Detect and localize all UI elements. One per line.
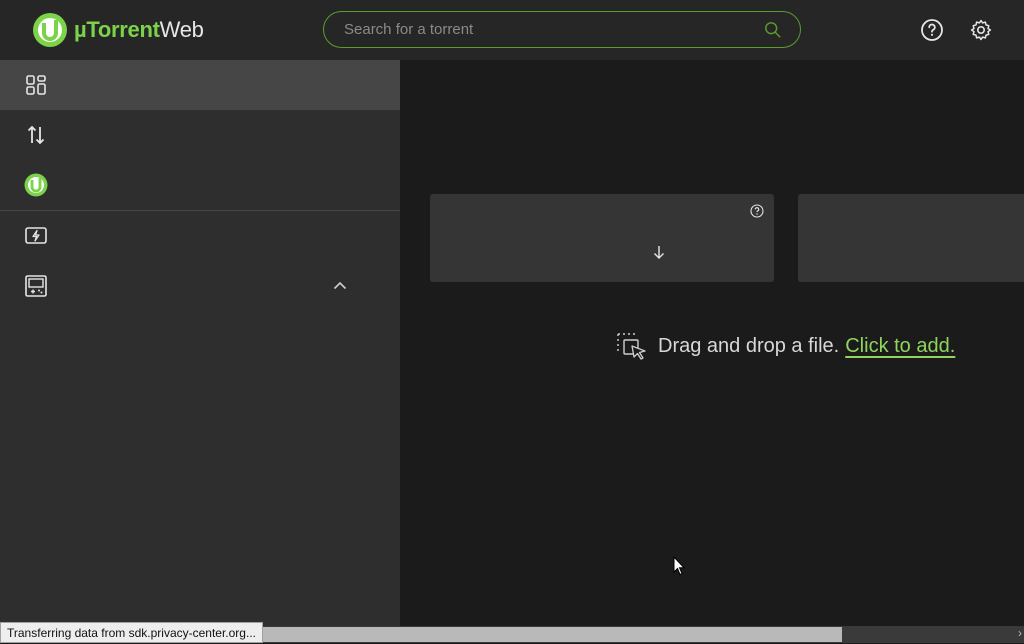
drag-drop-icon <box>617 333 646 360</box>
brand-suffix: Web <box>159 17 204 42</box>
info-card[interactable] <box>430 194 774 282</box>
brand-name: µTorrent <box>74 17 160 42</box>
search-bar[interactable] <box>323 11 801 48</box>
arrow-down-icon <box>654 246 664 259</box>
sidebar-item-boost[interactable] <box>0 211 400 261</box>
chevron-up-icon[interactable] <box>331 277 349 295</box>
mouse-cursor-icon <box>673 556 686 576</box>
help-icon[interactable] <box>920 18 944 42</box>
scroll-right-icon[interactable]: › <box>1018 626 1022 640</box>
info-card-secondary[interactable] <box>798 194 1024 282</box>
drop-text: Drag and drop a file. <box>658 334 840 357</box>
help-icon[interactable] <box>750 204 764 218</box>
sidebar-item-player[interactable] <box>0 261 400 311</box>
app-title: µTorrentWeb <box>74 17 204 43</box>
header: µTorrentWeb <box>0 0 1024 60</box>
sidebar-item-transfers[interactable] <box>0 110 400 160</box>
dashboard-grid-icon <box>26 75 46 95</box>
drop-zone[interactable]: Drag and drop a file. Click to add. <box>616 330 955 362</box>
main-content: Drag and drop a file. Click to add. <box>400 60 1024 626</box>
click-to-add-link[interactable]: Click to add. <box>845 335 955 358</box>
search-icon[interactable] <box>764 21 782 39</box>
sidebar-item-utorrent[interactable] <box>0 160 400 210</box>
settings-icon[interactable] <box>969 18 993 42</box>
lightning-screen-icon <box>25 227 47 244</box>
sidebar <box>0 60 400 626</box>
search-input[interactable] <box>342 20 764 39</box>
scrollbar-thumb[interactable] <box>262 627 842 642</box>
utorrent-logo-icon <box>33 13 67 47</box>
app-logo[interactable]: µTorrentWeb <box>32 12 204 48</box>
sidebar-item-dashboard[interactable] <box>0 60 400 110</box>
utorrent-logo-icon <box>24 173 48 197</box>
status-text: Transferring data from sdk.privacy-cente… <box>0 622 263 643</box>
media-player-icon <box>25 275 47 297</box>
transfer-arrows-icon <box>27 125 45 145</box>
